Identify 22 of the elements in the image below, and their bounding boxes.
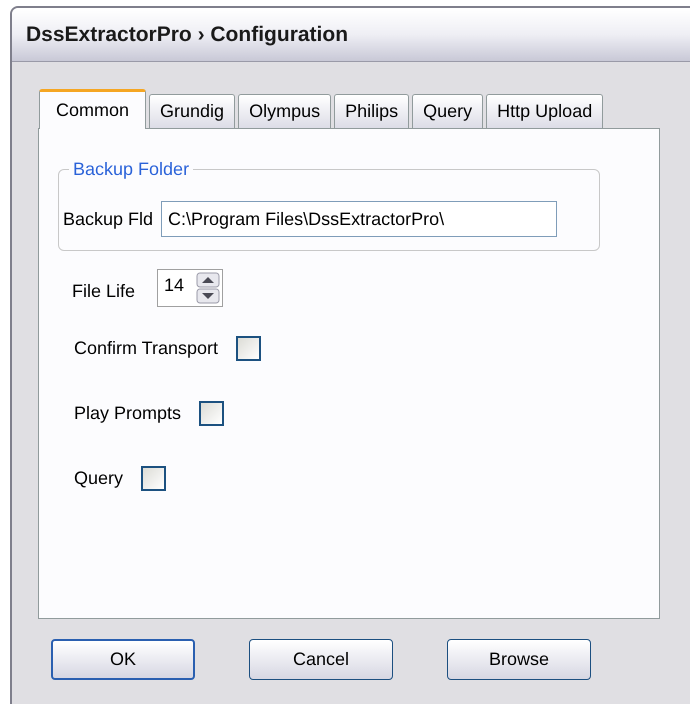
- checkbox-label: Query: [74, 467, 124, 490]
- field-label: File Life: [72, 280, 136, 302]
- checkbox-label: Confirm Transport: [74, 337, 218, 360]
- field-label: Backup Fld: [63, 208, 154, 231]
- spin-value: 14: [164, 274, 184, 297]
- tab[interactable]: Query: [412, 94, 484, 128]
- checkbox[interactable]: [199, 401, 224, 426]
- window-title: DssExtractorPro › Configuration: [26, 22, 348, 48]
- checkbox-label: Play Prompts: [74, 402, 182, 425]
- input-field[interactable]: C:\Program Files\DssExtractorPro\: [161, 201, 558, 237]
- checkbox[interactable]: [236, 336, 262, 361]
- dialog-button[interactable]: Cancel: [249, 639, 393, 680]
- dialog-button[interactable]: Browse: [447, 639, 591, 680]
- tab[interactable]: Grundig: [149, 94, 236, 128]
- spin-box[interactable]: 14: [157, 269, 224, 307]
- tab[interactable]: Philips: [334, 94, 410, 128]
- tab[interactable]: Olympus: [238, 94, 332, 128]
- spin-arrows-icon[interactable]: [196, 272, 220, 304]
- checkbox[interactable]: [141, 466, 166, 491]
- dialog-button[interactable]: OK: [51, 639, 195, 680]
- tab[interactable]: Common: [39, 89, 146, 129]
- tab[interactable]: Http Upload: [486, 94, 604, 128]
